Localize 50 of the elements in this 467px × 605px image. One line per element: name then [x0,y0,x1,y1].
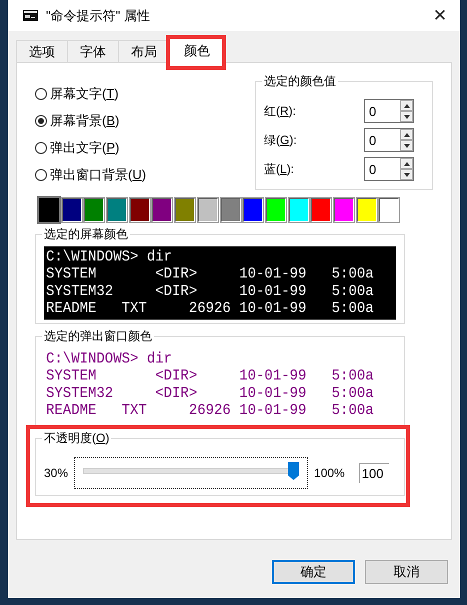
radio-button[interactable] [35,169,47,181]
radio-button[interactable] [35,115,47,127]
dialog-button[interactable]: 确定 [272,560,355,584]
window-title: "命令提示符" 属性 [46,6,151,24]
color-swatch[interactable] [334,198,354,222]
color-swatch[interactable] [379,198,400,222]
radio-option[interactable]: 弹出窗口背景(U) [35,166,146,184]
radio-option[interactable]: 屏幕背景(B) [35,112,146,130]
color-swatch[interactable] [243,198,264,222]
color-swatch[interactable] [152,198,172,222]
color-swatch[interactable] [107,198,128,222]
opacity-slider[interactable] [74,457,308,489]
color-swatch[interactable] [175,198,196,222]
console-line: SYSTEM32 <DIR> 10-01-99 5:00a [46,385,374,402]
console-line: README TXT 26926 10-01-99 5:00a [46,402,374,420]
close-button[interactable]: ✕ [420,0,460,31]
dialog-button[interactable]: 取消 [365,560,448,584]
color-swatch[interactable] [198,198,218,222]
min-label: 30% [44,466,68,480]
radio-option[interactable]: 屏幕文字(T) [35,85,146,103]
color-swatch[interactable] [356,198,377,222]
group-title: 选定的弹出窗口颜色 [44,329,152,343]
color-swatch[interactable] [130,198,150,222]
slider-thumb[interactable] [288,462,300,480]
color-swatch[interactable] [220,198,240,222]
color-swatch[interactable] [84,198,104,222]
color-swatch[interactable] [266,198,286,222]
console-line: SYSTEM <DIR> 10-01-99 5:00a [46,266,374,283]
opacity-field[interactable]: 100 [358,463,389,483]
tab[interactable]: 选项 [16,40,68,62]
field-label: 蓝(L): [264,160,294,178]
console-line: SYSTEM <DIR> 10-01-99 5:00a [46,368,374,385]
group-title: 选定的颜色值 [264,74,336,88]
color-swatch[interactable] [39,198,59,222]
max-label: 100% [314,466,345,480]
console-line: README TXT 26926 10-01-99 5:00a [46,300,374,318]
field-label: 绿(G): [264,132,297,148]
group-title: 不透明度(O) [44,431,110,445]
console-line: C:\WINDOWS> dir [46,248,172,266]
radio-button[interactable] [35,142,47,154]
color-swatch[interactable] [62,198,82,222]
console-line: C:\WINDOWS> dir [46,350,172,368]
console-line: SYSTEM32 <DIR> 10-01-99 5:00a [46,283,374,300]
console-icon [23,10,38,21]
group-title: 选定的屏幕颜色 [44,227,128,241]
field-label: 红(R): [264,102,296,120]
radio-button[interactable] [35,88,47,100]
color-swatch[interactable] [288,198,309,222]
radio-option[interactable]: 弹出文字(P) [35,139,146,157]
color-swatch[interactable] [311,198,332,222]
